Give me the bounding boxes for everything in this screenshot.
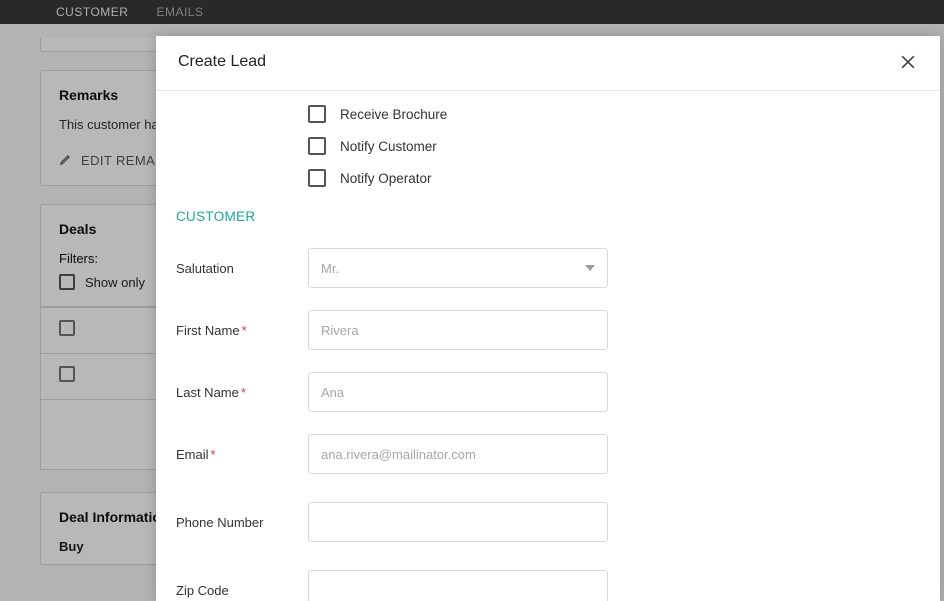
email-label: Email* <box>176 447 308 462</box>
phone-input-wrap <box>308 502 608 542</box>
last-name-input-wrap <box>308 372 608 412</box>
phone-label: Phone Number <box>176 515 308 530</box>
checkbox-notify-customer[interactable]: Notify Customer <box>308 137 920 155</box>
email-input[interactable] <box>321 435 595 473</box>
last-name-input[interactable] <box>321 373 595 411</box>
zip-input-wrap <box>308 570 608 601</box>
zip-label: Zip Code <box>176 583 308 598</box>
first-name-label: First Name* <box>176 323 308 338</box>
field-salutation: Salutation Mr. <box>176 248 920 288</box>
modal-header: Create Lead <box>156 36 940 91</box>
last-name-label: Last Name* <box>176 385 308 400</box>
checkbox-icon <box>308 169 326 187</box>
checkbox-receive-brochure-label: Receive Brochure <box>340 107 447 122</box>
checkbox-icon <box>308 137 326 155</box>
create-lead-modal: Create Lead Receive Brochure Notify Cust… <box>156 36 940 601</box>
first-name-input[interactable] <box>321 311 595 349</box>
close-icon <box>898 59 918 76</box>
field-email: Email* <box>176 434 920 474</box>
field-phone: Phone Number <box>176 502 920 542</box>
email-input-wrap <box>308 434 608 474</box>
salutation-label: Salutation <box>176 261 308 276</box>
chevron-down-icon <box>585 265 595 271</box>
zip-input[interactable] <box>321 571 595 601</box>
field-last-name: Last Name* <box>176 372 920 412</box>
modal-title: Create Lead <box>178 53 266 71</box>
checkbox-icon <box>308 105 326 123</box>
checkbox-notify-customer-label: Notify Customer <box>340 139 437 154</box>
field-zip: Zip Code <box>176 570 920 601</box>
close-button[interactable] <box>898 52 918 72</box>
salutation-value: Mr. <box>321 261 339 276</box>
checkbox-receive-brochure[interactable]: Receive Brochure <box>308 105 920 123</box>
modal-body[interactable]: Receive Brochure Notify Customer Notify … <box>156 91 940 601</box>
salutation-select[interactable]: Mr. <box>308 248 608 288</box>
section-customer: CUSTOMER <box>176 209 920 224</box>
phone-input[interactable] <box>321 503 595 541</box>
checkbox-notify-operator-label: Notify Operator <box>340 171 432 186</box>
first-name-input-wrap <box>308 310 608 350</box>
field-first-name: First Name* <box>176 310 920 350</box>
checkbox-notify-operator[interactable]: Notify Operator <box>308 169 920 187</box>
